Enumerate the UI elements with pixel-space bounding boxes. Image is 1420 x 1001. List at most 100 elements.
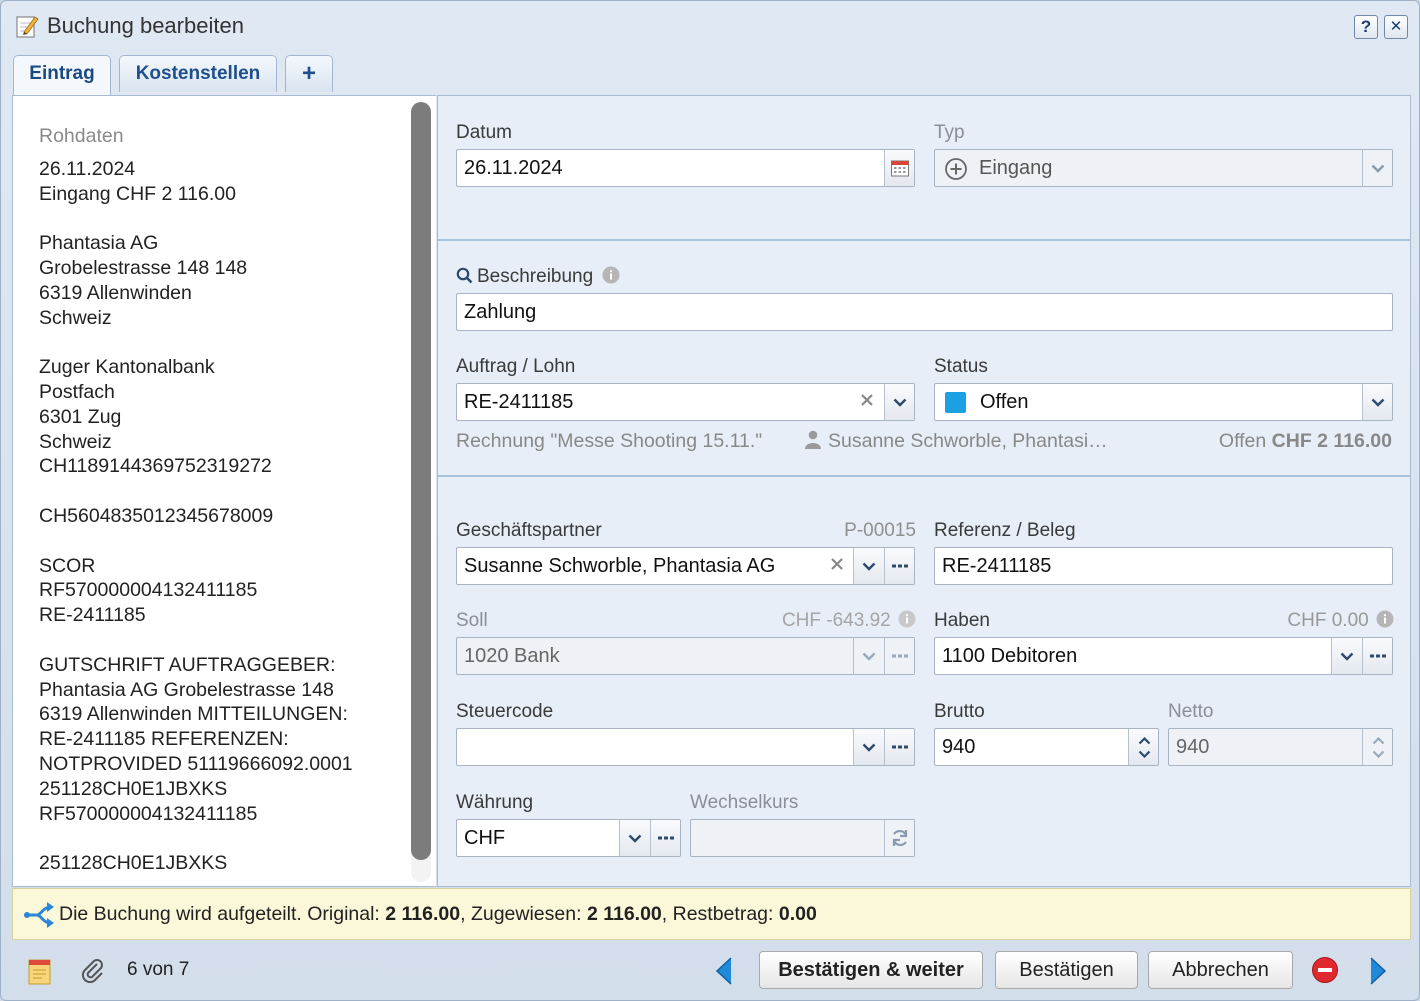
raw-data-spacer [39,529,399,554]
raw-data-line: Eingang CHF 2 116.00 [39,182,236,205]
steuercode-dropdown-button[interactable] [853,729,884,765]
refresh-icon [890,828,910,848]
chevron-up-icon[interactable] [1372,736,1385,745]
soll-amount: CHF -643.92 [738,610,916,632]
raw-data-line: RE-2411185 REFERENZEN: [39,728,289,751]
delete-icon[interactable] [1311,956,1339,984]
confirm-button[interactable]: Bestätigen [995,951,1138,989]
info-icon[interactable] [1376,610,1394,628]
attachment-icon[interactable] [81,957,105,983]
person-info: Susanne Schworble, Phantasi… [804,430,1108,453]
open-amount-prefix: Offen [1218,430,1267,452]
refresh-rate-button[interactable] [884,820,914,856]
previous-arrow-icon[interactable] [713,956,735,986]
typ-value: Eingang [979,157,1053,179]
open-amount-info: Offen CHF 2 116.00 [1219,430,1392,453]
steuercode-more-button[interactable] [884,729,914,765]
waehrung-more-button[interactable] [650,820,680,856]
haben-more-button[interactable] [1362,638,1392,674]
haben-select[interactable]: 1100 Debitoren [934,637,1393,675]
typ-select[interactable]: Eingang [934,149,1393,187]
status-value: Offen [980,391,1029,413]
haben-amount: CHF 0.00 [1218,610,1394,632]
netto-stepper[interactable] [1362,729,1392,765]
tab-add[interactable]: + [285,55,333,92]
raw-data-line: Phantasia AG Grobelestrasse 148 [39,678,334,701]
raw-data-line: CH5604835012345678009 [39,504,274,527]
brutto-stepper[interactable] [1128,729,1158,765]
tab-eintrag[interactable]: Eintrag [13,55,111,96]
datum-input[interactable]: 26.11.2024 [456,149,915,187]
dialog-footer: 6 von 7 Bestätigen & weiter Bestätigen A… [1,941,1419,1000]
notes-icon[interactable] [27,956,53,986]
steuercode-select[interactable] [456,728,915,766]
plus-circle-icon [944,157,968,181]
haben-label: Haben [934,610,990,631]
status-select[interactable]: Offen [934,383,1393,421]
status-label: Status [934,356,988,377]
partner-input[interactable]: Susanne Schworble, Phantasia AG [456,547,915,585]
help-button[interactable]: ? [1354,15,1378,39]
raw-data-line: 6319 Allenwinden MITTEILUNGEN: [39,703,348,726]
haben-value: 1100 Debitoren [942,645,1078,667]
tab-kostenstellen[interactable]: Kostenstellen [119,55,277,92]
chevron-down-icon [1371,398,1385,407]
haben-dropdown-button[interactable] [1331,638,1362,674]
chevron-down-icon [862,562,876,571]
ellipsis-icon [892,654,908,658]
netto-input[interactable]: 940 [1168,728,1393,766]
raw-data-line: RF570000004132411185 [39,579,258,602]
typ-dropdown-button[interactable] [1362,150,1392,186]
status-color-swatch [945,392,966,413]
chevron-down-icon [862,652,876,661]
waehrung-value: CHF [464,827,506,849]
auftrag-input[interactable]: RE-2411185 [456,383,915,421]
beschreibung-label: Beschreibung [477,266,594,287]
partner-more-button[interactable] [884,548,914,584]
scrollbar-thumb[interactable] [411,102,431,860]
info-icon[interactable] [898,610,916,628]
invoice-info: Rechnung "Messe Shooting 15.11." [456,430,763,452]
notice-text-original: Die Buchung wird aufgeteilt. Original: [59,903,386,925]
clear-icon[interactable] [830,557,844,571]
title-bar: Buchung bearbeiten ? ✕ [1,1,1419,53]
raw-data-label: Rohdaten [39,125,124,147]
cancel-button[interactable]: Abbrechen [1148,951,1293,989]
info-icon[interactable] [602,266,620,284]
soll-label: Soll [456,610,488,631]
chevron-down-icon[interactable] [1372,750,1385,758]
next-arrow-icon[interactable] [1367,956,1389,986]
beschreibung-input[interactable]: Zahlung [456,293,1393,331]
raw-data-text: Rohdaten 26.11.2024 Eingang CHF 2 116.00 P… [39,124,399,876]
partner-label: Geschäftspartner [456,520,602,541]
confirm-next-button[interactable]: Bestätigen & weiter [759,951,983,989]
soll-select[interactable]: 1020 Bank [456,637,915,675]
record-counter: 6 von 7 [127,959,190,980]
soll-dropdown-button[interactable] [853,638,884,674]
close-button[interactable]: ✕ [1384,15,1408,39]
chevron-down-icon[interactable] [1138,750,1151,758]
notice-text-rest: , Restbetrag: [661,903,779,925]
wechselkurs-input[interactable] [690,819,915,857]
waehrung-dropdown-button[interactable] [619,820,650,856]
chevron-up-icon[interactable] [1138,736,1151,745]
raw-data-line: SCOR [39,554,96,577]
brutto-input[interactable]: 940 [934,728,1159,766]
raw-data-line: 6319 Allenwinden [39,281,192,304]
open-amount-value: CHF 2 116.00 [1271,430,1392,452]
ellipsis-icon [1370,654,1386,658]
typ-label: Typ [934,122,965,143]
split-notice-text: Die Buchung wird aufgeteilt. Original: 2… [59,889,817,939]
soll-more-button[interactable] [884,638,914,674]
clear-icon[interactable] [860,393,874,407]
calendar-button[interactable] [884,150,914,186]
partner-dropdown-button[interactable] [853,548,884,584]
auftrag-dropdown-button[interactable] [884,384,914,420]
raw-data-line: Schweiz [39,306,112,329]
brutto-label: Brutto [934,701,985,722]
referenz-input[interactable]: RE-2411185 [934,547,1393,585]
status-dropdown-button[interactable] [1362,384,1392,420]
waehrung-select[interactable]: CHF [456,819,681,857]
waehrung-label: Währung [456,792,534,813]
steuercode-label: Steuercode [456,701,554,722]
